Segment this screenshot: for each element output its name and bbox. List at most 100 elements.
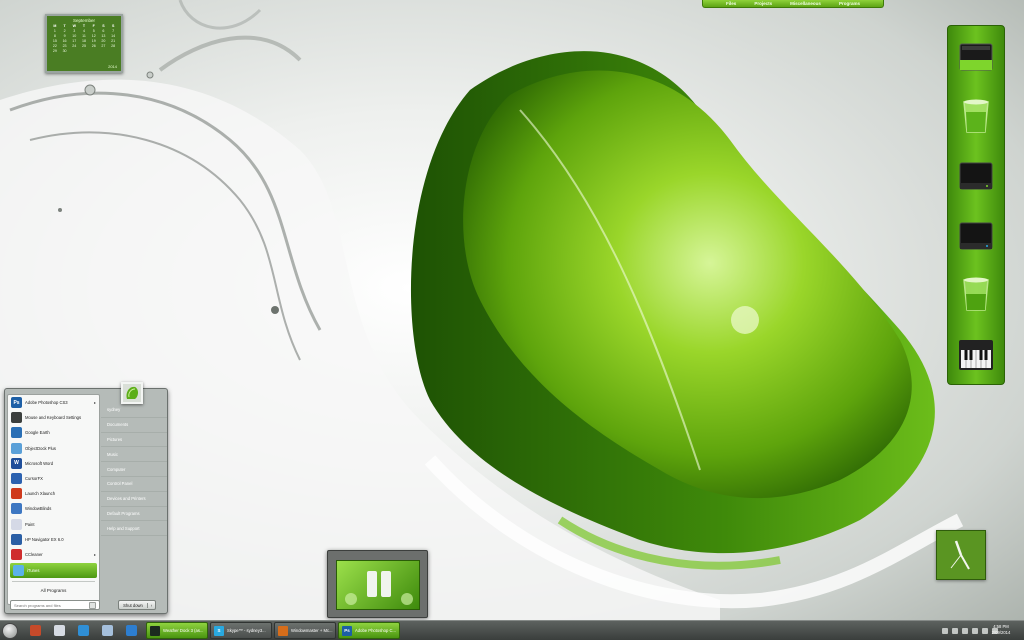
calendar-day[interactable]: 24: [69, 44, 79, 48]
calendar-day[interactable]: 6: [99, 29, 109, 33]
places-item[interactable]: Help and Support: [101, 521, 167, 537]
program-item[interactable]: CursorFX: [8, 471, 99, 486]
taskbar-task[interactable]: Windowmaster + Mc...: [274, 622, 336, 639]
calendar-day[interactable]: 14: [108, 34, 118, 38]
calendar-day[interactable]: 10: [69, 34, 79, 38]
places-item[interactable]: Documents: [101, 418, 167, 433]
topbar-item-programs[interactable]: Programs: [839, 1, 860, 6]
calendar-day[interactable]: 20: [99, 39, 109, 43]
program-item[interactable]: Ps Adobe Photoshop CS3 ▸: [8, 395, 99, 410]
start-menu: Ps Adobe Photoshop CS3 ▸ Mouse and Keyboard…: [4, 388, 168, 614]
start-search-box[interactable]: [10, 600, 100, 610]
calendar-day[interactable]: 26: [89, 44, 99, 48]
program-item[interactable]: Google Earth: [8, 425, 99, 440]
dock-item-drive[interactable]: [954, 34, 998, 78]
start-menu-programs-panel: Ps Adobe Photoshop CS3 ▸ Mouse and Keyboard…: [7, 394, 100, 605]
start-button[interactable]: [2, 622, 18, 639]
dock-item-drive-black-2[interactable]: [954, 213, 998, 257]
chevron-right-icon[interactable]: ›: [147, 602, 155, 608]
shutdown-button[interactable]: Shut down ›: [118, 600, 156, 610]
pinned-notes[interactable]: [96, 622, 118, 640]
pinned-apps: [24, 622, 144, 640]
calendar-day[interactable]: 15: [50, 39, 60, 43]
program-item[interactable]: W Microsoft Word: [8, 456, 99, 471]
dock-item-recycle-bin[interactable]: [954, 272, 998, 316]
flag-icon[interactable]: [952, 628, 958, 634]
taskbar-task[interactable]: S Skype™ - sydney3...: [210, 622, 272, 639]
program-item[interactable]: Mouse and Keyboard Settings: [8, 410, 99, 425]
taskbar-preview-thumbnail[interactable]: [327, 550, 428, 618]
program-item[interactable]: CCleaner ▸: [8, 547, 99, 562]
calendar-day[interactable]: 11: [79, 34, 89, 38]
hard-drive-icon: [959, 162, 993, 190]
network-icon[interactable]: [942, 628, 948, 634]
calendar-day[interactable]: 5: [89, 29, 99, 33]
weather-icon: [150, 625, 160, 636]
calendar-day[interactable]: 19: [89, 39, 99, 43]
program-item[interactable]: iTunes: [10, 563, 97, 579]
calendar-day[interactable]: 8: [50, 34, 60, 38]
program-item[interactable]: HP Navigator EX 6.0: [8, 532, 99, 547]
calendar-day[interactable]: 29: [50, 49, 60, 53]
calendar-day[interactable]: 13: [99, 34, 109, 38]
calendar-day-header: S: [111, 24, 115, 28]
places-item[interactable]: Default Programs: [101, 507, 167, 522]
topbar-item-miscellaneous[interactable]: Miscellaneous: [790, 1, 821, 6]
calendar-day[interactable]: 28: [108, 44, 118, 48]
dock-item-recycle-bin-full[interactable]: [954, 94, 998, 138]
calendar-day[interactable]: 23: [60, 44, 70, 48]
calendar-day[interactable]: 25: [79, 44, 89, 48]
calendar-day[interactable]: 21: [108, 39, 118, 43]
pinned-media-player[interactable]: [24, 622, 46, 640]
document-icon: [53, 625, 65, 636]
user-avatar[interactable]: [121, 382, 143, 404]
program-item[interactable]: Launch Xlaunch: [8, 486, 99, 501]
places-item[interactable]: sydney: [101, 403, 167, 418]
pinned-dropbox[interactable]: [72, 622, 94, 640]
calendar-day[interactable]: 9: [60, 34, 70, 38]
calendar-day[interactable]: 4: [79, 29, 89, 33]
calendar-day[interactable]: 7: [108, 29, 118, 33]
calendar-day[interactable]: 27: [99, 44, 109, 48]
calendar-day[interactable]: 17: [69, 39, 79, 43]
clock-gadget[interactable]: [936, 530, 986, 580]
calendar-day[interactable]: 22: [50, 44, 60, 48]
program-item[interactable]: ObjectDock Plus: [8, 441, 99, 456]
dock-item-drive-black[interactable]: [954, 153, 998, 197]
calendar-day-header: M: [53, 24, 57, 28]
search-icon[interactable]: [89, 601, 96, 609]
program-item[interactable]: WindowBlinds: [8, 501, 99, 516]
task-label: Weather Dock 3 (as...: [163, 628, 204, 633]
places-item[interactable]: Computer: [101, 462, 167, 477]
topbar-item-projects[interactable]: Projects: [754, 1, 772, 6]
calendar-day[interactable]: 16: [60, 39, 70, 43]
dock-item-piano[interactable]: [954, 332, 998, 376]
calendar-day[interactable]: 1: [50, 29, 60, 33]
places-item[interactable]: Devices and Printers: [101, 492, 167, 507]
taskbar-clock[interactable]: 4:58 PM 2/09/2014: [984, 624, 1018, 636]
photoshop-icon: Ps: [342, 625, 352, 636]
search-input[interactable]: [14, 602, 86, 608]
glass-bin-icon: [963, 277, 989, 312]
program-item[interactable]: Paint: [8, 517, 99, 532]
taskbar-task[interactable]: Weather Dock 3 (as...: [146, 622, 208, 639]
taskbar-task[interactable]: Ps Adobe Photoshop C...: [338, 622, 400, 639]
calendar-day[interactable]: 12: [89, 34, 99, 38]
pinned-documents[interactable]: [48, 622, 70, 640]
places-item[interactable]: Control Panel: [101, 477, 167, 492]
chat-icon[interactable]: [962, 628, 968, 634]
calendar-day[interactable]: 30: [60, 49, 70, 53]
xlaunch-icon: [11, 488, 22, 500]
places-item[interactable]: Music: [101, 447, 167, 463]
pinned-internet-explorer[interactable]: [120, 622, 142, 640]
program-label: HP Navigator EX 6.0: [25, 536, 64, 542]
places-item[interactable]: Pictures: [101, 433, 167, 448]
power-icon[interactable]: [972, 628, 978, 634]
calendar-day[interactable]: 3: [69, 29, 79, 33]
calendar-day[interactable]: 2: [60, 29, 70, 33]
all-programs-button[interactable]: All Programs: [8, 585, 99, 596]
calendar-day[interactable]: 18: [79, 39, 89, 43]
topbar-item-files[interactable]: Files: [726, 1, 736, 6]
clock-face-icon: [950, 540, 970, 570]
calendar-gadget[interactable]: September M T W T F S S 1 2 3 4 5 6 7 8 9 10 11 12 13 14 15 16…: [45, 14, 123, 73]
